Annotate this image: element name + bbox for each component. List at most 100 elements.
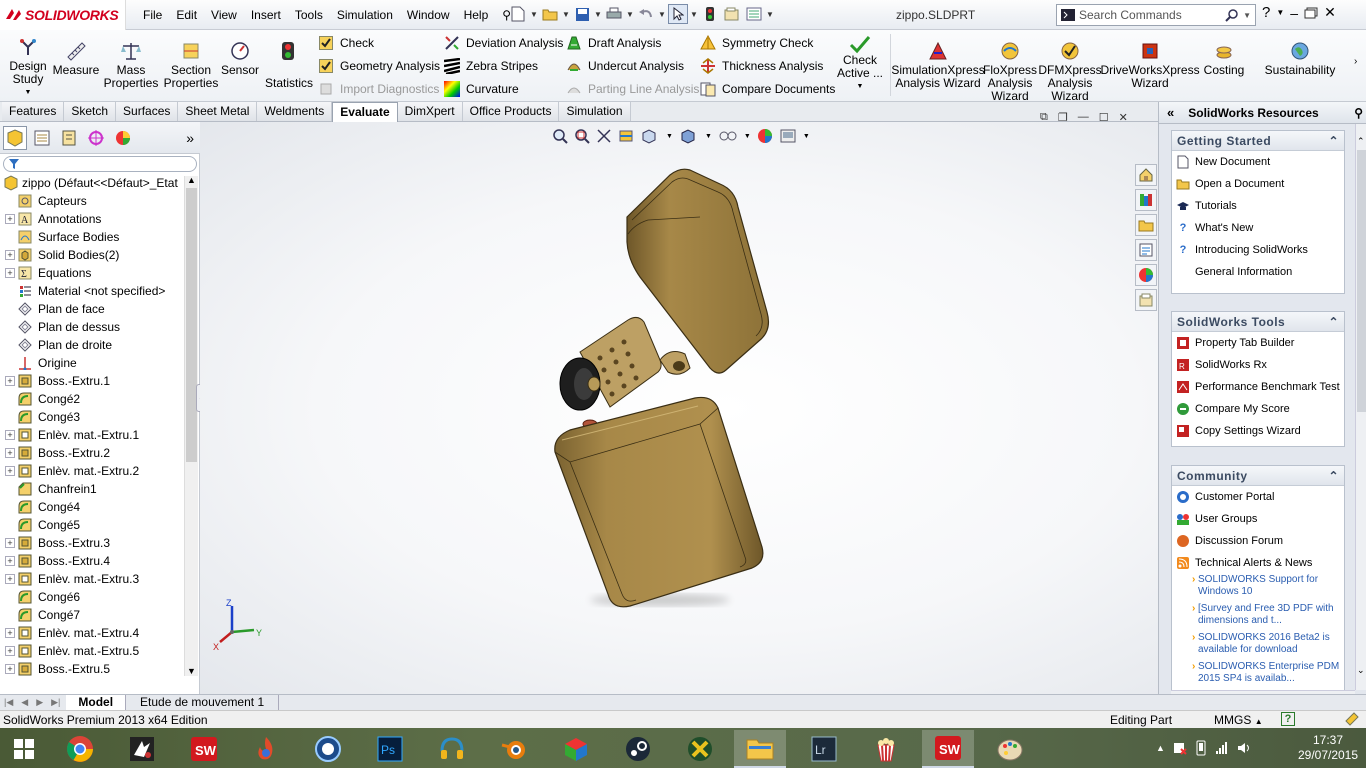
toolbar-scroll-right-icon[interactable]: ›: [1354, 56, 1357, 67]
tree-node[interactable]: Surface Bodies: [0, 228, 184, 246]
menu-view[interactable]: View: [204, 6, 244, 24]
tree-node[interactable]: + Boss.-Extru.5: [0, 660, 184, 676]
task-pane-scroll-thumb[interactable]: [1357, 150, 1366, 412]
tab-dimxpert[interactable]: DimXpert: [397, 102, 463, 121]
expand-icon[interactable]: +: [5, 430, 15, 440]
view-orientation-icon[interactable]: [640, 128, 660, 144]
task-pane-back-icon[interactable]: «: [1167, 105, 1174, 120]
help-status-icon[interactable]: ?: [1281, 712, 1295, 726]
home-icon[interactable]: [1135, 164, 1157, 186]
search-input[interactable]: Search Commands: [1079, 8, 1221, 22]
expand-icon[interactable]: +: [5, 556, 15, 566]
3dexperience-app[interactable]: [116, 730, 168, 768]
simulationxpress-button[interactable]: SimulationXpress Analysis Wizard: [891, 40, 985, 90]
tree-node[interactable]: Origine: [0, 354, 184, 372]
section-view-icon[interactable]: [618, 128, 634, 144]
open-dropdown-icon[interactable]: ▼: [562, 10, 570, 19]
measure-button[interactable]: Measure: [53, 40, 99, 77]
collapse-icon[interactable]: ⌃: [1328, 469, 1339, 483]
tab-model[interactable]: Model: [66, 695, 127, 710]
print-dropdown-icon[interactable]: ▼: [626, 10, 634, 19]
file-explorer-app[interactable]: [734, 730, 786, 768]
tree-node[interactable]: + Enlèv. mat.-Extru.3: [0, 570, 184, 588]
show-hidden-icons-icon[interactable]: ▲: [1156, 743, 1165, 753]
link-general-information[interactable]: General Information: [1172, 261, 1344, 283]
tree-vertical-scrollbar[interactable]: ▲ ▼: [184, 175, 198, 676]
hide-show-items-icon[interactable]: [718, 128, 738, 144]
link-customer-portal[interactable]: Customer Portal: [1172, 486, 1344, 508]
restore-icon[interactable]: [1304, 7, 1318, 19]
help-icon[interactable]: ?: [1262, 4, 1270, 21]
compare-documents-button[interactable]: Compare Documents: [700, 80, 835, 98]
check-active-dropdown-icon[interactable]: ▼: [857, 80, 864, 93]
feature-manager-tab-icon[interactable]: [3, 125, 27, 150]
expand-icon[interactable]: +: [5, 538, 15, 548]
view-orientation-dropdown-icon[interactable]: ▼: [666, 133, 673, 140]
task-pane-vertical-scrollbar[interactable]: ⌃ ⌄: [1355, 124, 1366, 690]
expand-icon[interactable]: +: [5, 268, 15, 278]
expand-icon[interactable]: +: [5, 214, 15, 224]
save-icon[interactable]: [572, 4, 592, 24]
link-discussion-forum[interactable]: Discussion Forum: [1172, 530, 1344, 552]
scroll-down-icon[interactable]: ▼: [187, 666, 196, 676]
minimize-icon[interactable]: –: [1290, 5, 1298, 21]
costing-button[interactable]: Costing: [1200, 40, 1248, 77]
tree-node[interactable]: + Σ Equations: [0, 264, 184, 282]
paint-app[interactable]: [984, 730, 1036, 768]
zoom-to-area-icon[interactable]: [574, 128, 590, 144]
link-user-groups[interactable]: User Groups: [1172, 508, 1344, 530]
tree-node[interactable]: + A Annotations: [0, 210, 184, 228]
system-clock[interactable]: 17:37 29/07/2015: [1292, 733, 1364, 763]
import-diagnostics-button[interactable]: Import Diagnostics: [318, 80, 439, 98]
tree-node[interactable]: + Solid Bodies(2): [0, 246, 184, 264]
tab-motion-study[interactable]: Etude de mouvement 1: [126, 695, 280, 710]
tree-scroll-thumb[interactable]: [186, 188, 197, 462]
display-style-dropdown-icon[interactable]: ▼: [705, 133, 712, 140]
search-icon[interactable]: [1225, 8, 1239, 22]
thickness-analysis-button[interactable]: Thickness Analysis: [700, 57, 823, 75]
zoom-to-fit-icon[interactable]: [552, 128, 568, 144]
collapse-icon[interactable]: ⌃: [1328, 134, 1339, 148]
xmind-app[interactable]: [674, 730, 726, 768]
viewport-tile-icon[interactable]: ⧉: [1040, 111, 1048, 124]
menu-insert[interactable]: Insert: [244, 6, 288, 24]
tooltip-icon[interactable]: [1344, 711, 1360, 727]
tree-node[interactable]: + Enlèv. mat.-Extru.4: [0, 624, 184, 642]
solidworks-app-1[interactable]: SW: [178, 730, 230, 768]
tree-node[interactable]: Congé7: [0, 606, 184, 624]
dimxpert-manager-tab-icon[interactable]: [84, 126, 108, 150]
tree-node[interactable]: Capteurs: [0, 192, 184, 210]
tree-node[interactable]: + Enlèv. mat.-Extru.1: [0, 426, 184, 444]
expand-icon[interactable]: +: [5, 376, 15, 386]
expand-icon[interactable]: +: [5, 574, 15, 584]
tab-evaluate[interactable]: Evaluate: [332, 102, 398, 122]
select-dropdown-icon[interactable]: ▼: [690, 10, 698, 19]
design-library-icon[interactable]: [1135, 189, 1157, 211]
display-style-icon[interactable]: [679, 128, 699, 144]
mass-properties-button[interactable]: Mass Properties: [104, 40, 158, 90]
design-study-button[interactable]: Design Study ▼: [8, 36, 48, 99]
zippo-lighter-model[interactable]: [540, 162, 780, 612]
expand-icon[interactable]: +: [5, 664, 15, 674]
dfmxpress-button[interactable]: DFMXpress Analysis Wizard: [1038, 40, 1102, 103]
deviation-analysis-button[interactable]: Deviation Analysis: [444, 34, 563, 52]
blender-app[interactable]: [488, 730, 540, 768]
steam-app[interactable]: [612, 730, 664, 768]
link-copy-settings-wizard[interactable]: Copy Settings Wizard: [1172, 420, 1344, 442]
scroll-up-icon[interactable]: ▲: [187, 175, 196, 185]
link-performance-benchmark[interactable]: Performance Benchmark Test: [1172, 376, 1344, 398]
menu-edit[interactable]: Edit: [169, 6, 204, 24]
tree-node[interactable]: Plan de droite: [0, 336, 184, 354]
file-properties-icon[interactable]: [722, 4, 742, 24]
new-document-icon[interactable]: [508, 4, 528, 24]
sensor-button[interactable]: Sensor: [221, 40, 259, 77]
news-item[interactable]: SOLIDWORKS Support for Windows 10: [1172, 574, 1344, 603]
tree-node[interactable]: Congé3: [0, 408, 184, 426]
help-dropdown-icon[interactable]: ▼: [1276, 8, 1284, 17]
save-dropdown-icon[interactable]: ▼: [594, 10, 602, 19]
previous-view-icon[interactable]: [596, 128, 612, 144]
sustainability-button[interactable]: Sustainability: [1264, 40, 1336, 77]
check-button[interactable]: Check: [318, 34, 374, 52]
new-dropdown-icon[interactable]: ▼: [530, 10, 538, 19]
start-button[interactable]: [0, 730, 48, 768]
